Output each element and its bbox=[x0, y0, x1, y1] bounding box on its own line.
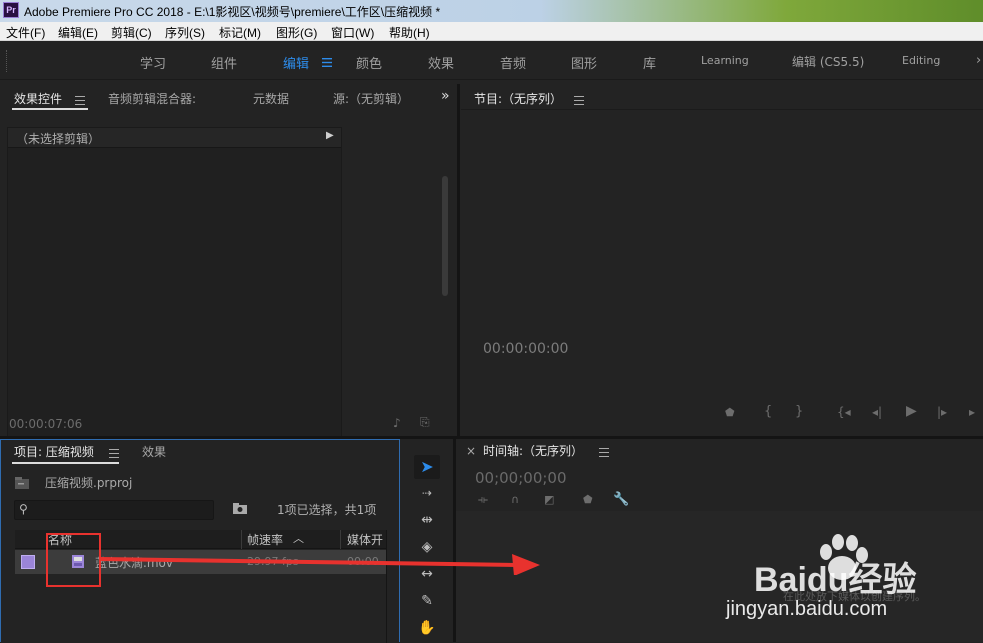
sort-ascending-icon[interactable]: ︿ bbox=[293, 530, 304, 546]
tab-project[interactable]: 项目: 压缩视频 bbox=[14, 443, 94, 460]
menu-help[interactable]: 帮助(H) bbox=[389, 24, 430, 41]
label-color-swatch[interactable] bbox=[21, 555, 35, 569]
find-bin-icon[interactable] bbox=[232, 502, 248, 518]
tab-metadata[interactable]: 元数据 bbox=[253, 90, 289, 107]
source-timecode: 00:00:07:06 bbox=[9, 417, 83, 431]
selection-status: 1项已选择，共1项 bbox=[277, 503, 377, 517]
window-title: Adobe Premiere Pro CC 2018 - E:\1影视区\视频号… bbox=[24, 5, 441, 19]
expand-arrow-icon[interactable]: ▶ bbox=[326, 130, 334, 141]
window-titlebar: Pr Adobe Premiere Pro CC 2018 - E:\1影视区\… bbox=[0, 0, 983, 22]
panel-divider[interactable] bbox=[457, 84, 460, 438]
vertical-scrollbar[interactable] bbox=[442, 176, 448, 296]
program-timecode: 00:00:00:00 bbox=[483, 341, 569, 357]
export-frame-icon[interactable]: ⎘ bbox=[420, 415, 430, 430]
menu-sequence[interactable]: 序列(S) bbox=[165, 24, 205, 41]
project-file-name: 压缩视频.prproj bbox=[45, 476, 133, 490]
workspace-editing-en[interactable]: Editing bbox=[902, 54, 940, 67]
insert-nest-icon[interactable]: ⟛ bbox=[478, 493, 488, 507]
workspace-learning[interactable]: Learning bbox=[701, 54, 749, 67]
workspace-graphics[interactable]: 图形 bbox=[571, 53, 597, 72]
tab-effect-controls[interactable]: 效果控件 bbox=[14, 90, 62, 107]
go-to-in-icon[interactable]: {◂ bbox=[837, 405, 851, 419]
add-marker-icon[interactable]: ⬟ bbox=[583, 493, 593, 506]
annotation-highlight-box bbox=[46, 533, 101, 587]
mark-in-icon[interactable]: { bbox=[764, 404, 772, 419]
workspace-overflow[interactable]: › bbox=[976, 53, 981, 68]
go-to-out-icon[interactable]: ▸ bbox=[969, 405, 975, 419]
menu-file[interactable]: 文件(F) bbox=[6, 24, 45, 41]
program-monitor-title: 节目:（无序列） bbox=[474, 92, 563, 106]
premiere-logo-icon: Pr bbox=[3, 2, 19, 18]
play-icon[interactable]: ▶ bbox=[906, 403, 917, 419]
track-select-tool-icon[interactable]: ⇢ bbox=[414, 481, 440, 505]
timeline-title: 时间轴:（无序列） bbox=[483, 444, 584, 458]
menu-marker[interactable]: 标记(M) bbox=[219, 24, 261, 41]
wrench-icon[interactable]: 🔧 bbox=[613, 492, 629, 507]
hand-tool-icon[interactable]: ✋ bbox=[414, 616, 440, 640]
search-input[interactable]: ⚲ bbox=[14, 500, 214, 520]
workspace-color[interactable]: 颜色 bbox=[356, 53, 382, 72]
ripple-edit-tool-icon[interactable]: ⇹ bbox=[414, 508, 440, 532]
active-tab-underline bbox=[12, 108, 88, 110]
project-file-icon bbox=[14, 476, 30, 493]
workspace-editing-active[interactable]: 编辑 bbox=[283, 53, 309, 72]
workspace-bar: 学习 组件 编辑 颜色 效果 音频 图形 库 Learning 编辑 (CS5.… bbox=[0, 42, 983, 80]
tab-effects[interactable]: 效果 bbox=[142, 443, 166, 460]
workspace-libraries[interactable]: 库 bbox=[643, 53, 656, 72]
grip-handle[interactable] bbox=[6, 50, 9, 72]
menu-bar: 文件(F) 编辑(E) 剪辑(C) 序列(S) 标记(M) 图形(G) 窗口(W… bbox=[0, 22, 983, 41]
annotation-arrow bbox=[100, 554, 540, 575]
no-clip-selected-label: （未选择剪辑） bbox=[16, 132, 101, 146]
workspace-editing-cs55[interactable]: 编辑 (CS5.5) bbox=[792, 53, 864, 70]
panel-menu-icon[interactable] bbox=[75, 96, 85, 105]
tab-audio-clip-mixer[interactable]: 音频剪辑混合器: bbox=[108, 90, 196, 107]
workspace-menu-icon[interactable] bbox=[322, 56, 332, 67]
watermark: Baidu经验 jingyan.baidu.com bbox=[726, 534, 975, 636]
workspace-effects[interactable]: 效果 bbox=[428, 53, 454, 72]
step-forward-icon[interactable]: |▸ bbox=[937, 405, 947, 419]
panel-menu-icon[interactable] bbox=[574, 96, 584, 105]
program-monitor-panel: 节目:（无序列） 00:00:00:00 ⬟ { } {◂ ◂| ▶ |▸ ▸ bbox=[461, 84, 983, 436]
selection-tool-icon[interactable]: ➤ bbox=[414, 455, 440, 479]
watermark-url: jingyan.baidu.com bbox=[726, 598, 888, 620]
menu-edit[interactable]: 编辑(E) bbox=[58, 24, 98, 41]
workspace-learn[interactable]: 学习 bbox=[140, 53, 166, 72]
menu-graphics[interactable]: 图形(G) bbox=[276, 24, 317, 41]
add-marker-icon[interactable]: ⬟ bbox=[725, 406, 735, 419]
close-icon[interactable]: × bbox=[466, 444, 476, 458]
effect-controls-panel: 效果控件 音频剪辑混合器: 元数据 源:（无剪辑） » （未选择剪辑） ▶ 00… bbox=[0, 84, 457, 457]
tools-panel: ➤ ⇢ ⇹ ◈ ↔ ✎ ✋ bbox=[400, 439, 453, 642]
search-icon: ⚲ bbox=[19, 502, 28, 516]
menu-window[interactable]: 窗口(W) bbox=[331, 24, 374, 41]
pen-tool-icon[interactable]: ✎ bbox=[414, 589, 440, 613]
step-back-icon[interactable]: ◂| bbox=[872, 405, 882, 419]
effect-controls-body: （未选择剪辑） ▶ bbox=[7, 127, 342, 457]
timeline-timecode: 00;00;00;00 bbox=[475, 469, 567, 487]
workspace-assembly[interactable]: 组件 bbox=[211, 53, 237, 72]
timeline-toolbar: ⟛ ∩ ◩ ⬟ 🔧 bbox=[476, 492, 636, 509]
watermark-logo-text: Baidu经验 bbox=[754, 561, 917, 599]
playback-controls: ⬟ { } {◂ ◂| ▶ |▸ ▸ bbox=[461, 396, 983, 426]
tab-source[interactable]: 源:（无剪辑） bbox=[333, 90, 409, 107]
workspace-audio[interactable]: 音频 bbox=[500, 53, 526, 72]
mark-out-icon[interactable]: } bbox=[795, 404, 803, 419]
active-tab-underline bbox=[12, 462, 119, 464]
snap-icon[interactable]: ∩ bbox=[511, 493, 519, 506]
panel-menu-icon[interactable] bbox=[599, 448, 609, 457]
panel-overflow-icon[interactable]: » bbox=[441, 88, 450, 104]
panel-menu-icon[interactable] bbox=[109, 449, 119, 458]
linked-selection-icon[interactable]: ◩ bbox=[544, 493, 554, 506]
audio-only-icon[interactable]: ♪ bbox=[393, 416, 401, 430]
menu-clip[interactable]: 剪辑(C) bbox=[111, 24, 152, 41]
